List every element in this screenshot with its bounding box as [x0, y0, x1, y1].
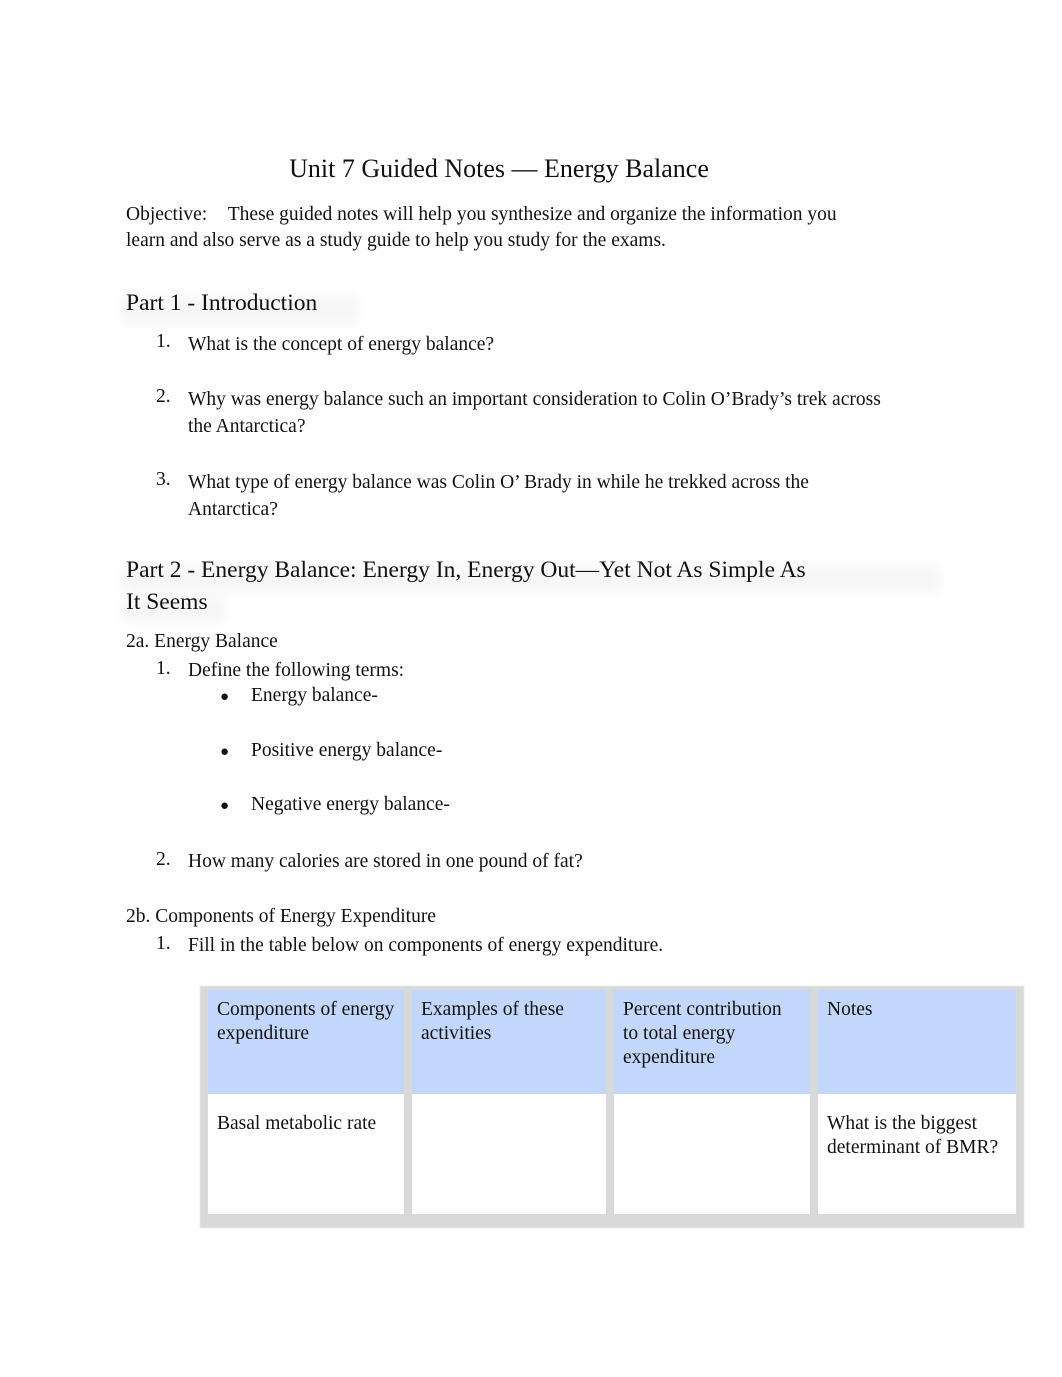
section-2a-title: 2a. Energy Balance	[126, 631, 278, 652]
question-1: What is the concept of energy balance?	[188, 334, 495, 355]
term-negative-energy-balance: Negative energy balance-	[251, 794, 450, 815]
item-number: 1.	[156, 658, 171, 679]
bullet-icon: ●	[220, 744, 230, 760]
part2-heading-line1: Part 2 - Energy Balance: Energy In, Ener…	[126, 557, 806, 583]
term-positive-energy-balance: Positive energy balance-	[251, 740, 443, 761]
bullet-icon: ●	[220, 798, 230, 814]
table-header-cell: Notes	[818, 990, 1016, 1094]
table-header-cell: Examples of these activities	[412, 990, 606, 1094]
table-header-cell: Components of energy expenditure	[208, 990, 404, 1094]
question-3: What type of energy balance was Colin O’…	[188, 472, 809, 520]
item-number: 1.	[156, 933, 171, 954]
section-2b-title: 2b. Components of Energy Expenditure	[126, 906, 436, 927]
table-cell	[614, 1094, 810, 1214]
table-cell	[412, 1094, 606, 1214]
objective-label: Objective:	[126, 204, 208, 225]
table-header-cell: Percent contribution to total energy exp…	[614, 990, 810, 1094]
part1-heading: Part 1 - Introduction	[126, 290, 318, 316]
question-number: 2.	[156, 386, 171, 407]
calories-question: How many calories are stored in one poun…	[188, 851, 583, 872]
energy-expenditure-table: Components of energy expenditure Example…	[200, 990, 1024, 1214]
part2-heading-line2: It Seems	[126, 589, 208, 615]
question-number: 1.	[156, 331, 171, 352]
table-header-row: Components of energy expenditure Example…	[208, 990, 1016, 1094]
table-row: Basal metabolic rate What is the biggest…	[208, 1094, 1016, 1214]
item-number: 2.	[156, 849, 171, 870]
document-title: Unit 7 Guided Notes — Energy Balance	[289, 154, 709, 183]
bullet-icon: ●	[220, 689, 230, 705]
objective-text: These guided notes will help you synthes…	[126, 204, 837, 251]
term-energy-balance: Energy balance-	[251, 685, 378, 706]
table-cell: Basal metabolic rate	[208, 1094, 404, 1214]
table-cell: What is the biggest determinant of BMR?	[818, 1094, 1016, 1214]
define-terms-prompt: Define the following terms:	[188, 660, 405, 681]
question-number: 3.	[156, 469, 171, 490]
table-instruction: Fill in the table below on components of…	[188, 935, 664, 956]
objective: Objective: These guided notes will help …	[126, 202, 866, 254]
question-2: Why was energy balance such an important…	[188, 389, 881, 437]
